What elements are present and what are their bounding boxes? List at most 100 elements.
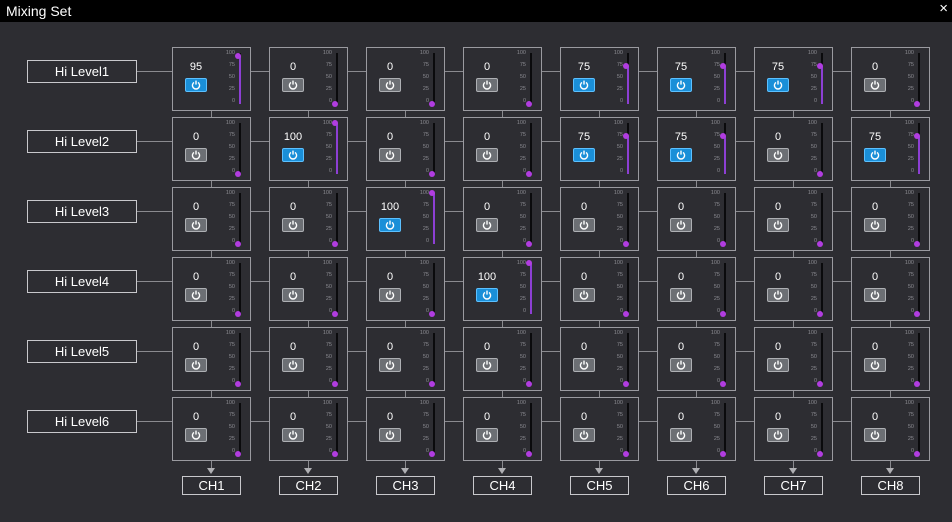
slider-track[interactable] [336, 123, 338, 174]
slider-knob[interactable] [914, 451, 920, 457]
slider-knob[interactable] [332, 120, 338, 126]
slider-track[interactable] [821, 53, 823, 104]
slider-knob[interactable] [429, 171, 435, 177]
slider-knob[interactable] [332, 241, 338, 247]
slider-knob[interactable] [332, 101, 338, 107]
slider-knob[interactable] [526, 451, 532, 457]
power-button[interactable] [573, 428, 595, 442]
slider-track[interactable] [530, 263, 532, 314]
power-button[interactable] [185, 358, 207, 372]
slider-knob[interactable] [817, 63, 823, 69]
slider-knob[interactable] [914, 311, 920, 317]
power-button[interactable] [185, 218, 207, 232]
power-button[interactable] [670, 218, 692, 232]
power-button[interactable] [282, 218, 304, 232]
slider-knob[interactable] [623, 63, 629, 69]
slider-track[interactable] [627, 403, 629, 454]
slider-knob[interactable] [235, 451, 241, 457]
slider-knob[interactable] [623, 241, 629, 247]
slider-track[interactable] [530, 193, 532, 244]
power-button[interactable] [185, 78, 207, 92]
close-icon[interactable]: × [939, 1, 948, 17]
slider-knob[interactable] [623, 451, 629, 457]
slider-track[interactable] [724, 193, 726, 244]
power-button[interactable] [282, 78, 304, 92]
slider-knob[interactable] [720, 311, 726, 317]
slider-track[interactable] [336, 403, 338, 454]
slider-track[interactable] [724, 333, 726, 384]
slider-track[interactable] [239, 123, 241, 174]
power-button[interactable] [185, 428, 207, 442]
slider-track[interactable] [433, 333, 435, 384]
slider-knob[interactable] [914, 241, 920, 247]
slider-knob[interactable] [332, 451, 338, 457]
slider-knob[interactable] [429, 311, 435, 317]
power-button[interactable] [864, 288, 886, 302]
slider-track[interactable] [724, 123, 726, 174]
power-button[interactable] [282, 148, 304, 162]
power-button[interactable] [670, 428, 692, 442]
power-button[interactable] [767, 288, 789, 302]
slider-track[interactable] [336, 193, 338, 244]
slider-track[interactable] [918, 333, 920, 384]
slider-track[interactable] [433, 403, 435, 454]
slider-track[interactable] [239, 263, 241, 314]
slider-track[interactable] [433, 263, 435, 314]
slider-knob[interactable] [235, 53, 241, 59]
power-button[interactable] [476, 148, 498, 162]
slider-knob[interactable] [817, 451, 823, 457]
power-button[interactable] [573, 358, 595, 372]
slider-track[interactable] [918, 193, 920, 244]
power-button[interactable] [476, 358, 498, 372]
power-button[interactable] [864, 218, 886, 232]
power-button[interactable] [476, 78, 498, 92]
power-button[interactable] [476, 218, 498, 232]
slider-track[interactable] [918, 403, 920, 454]
slider-track[interactable] [433, 193, 435, 244]
power-button[interactable] [185, 288, 207, 302]
power-button[interactable] [282, 428, 304, 442]
power-button[interactable] [670, 78, 692, 92]
slider-knob[interactable] [817, 171, 823, 177]
power-button[interactable] [476, 428, 498, 442]
slider-track[interactable] [821, 193, 823, 244]
slider-knob[interactable] [429, 381, 435, 387]
power-button[interactable] [379, 358, 401, 372]
slider-knob[interactable] [817, 381, 823, 387]
slider-track[interactable] [336, 333, 338, 384]
power-button[interactable] [573, 218, 595, 232]
power-button[interactable] [573, 148, 595, 162]
slider-track[interactable] [530, 53, 532, 104]
slider-track[interactable] [627, 263, 629, 314]
slider-track[interactable] [433, 123, 435, 174]
slider-track[interactable] [627, 193, 629, 244]
slider-knob[interactable] [720, 451, 726, 457]
slider-knob[interactable] [720, 63, 726, 69]
power-button[interactable] [282, 358, 304, 372]
slider-knob[interactable] [914, 101, 920, 107]
power-button[interactable] [379, 78, 401, 92]
slider-knob[interactable] [817, 241, 823, 247]
slider-knob[interactable] [235, 311, 241, 317]
power-button[interactable] [767, 358, 789, 372]
slider-track[interactable] [530, 403, 532, 454]
slider-knob[interactable] [914, 381, 920, 387]
slider-track[interactable] [433, 53, 435, 104]
slider-track[interactable] [336, 53, 338, 104]
slider-track[interactable] [239, 333, 241, 384]
slider-knob[interactable] [720, 241, 726, 247]
slider-track[interactable] [918, 53, 920, 104]
power-button[interactable] [379, 148, 401, 162]
power-button[interactable] [767, 218, 789, 232]
power-button[interactable] [864, 358, 886, 372]
slider-knob[interactable] [623, 311, 629, 317]
slider-knob[interactable] [235, 241, 241, 247]
slider-knob[interactable] [235, 171, 241, 177]
slider-track[interactable] [627, 123, 629, 174]
power-button[interactable] [767, 148, 789, 162]
power-button[interactable] [573, 78, 595, 92]
slider-track[interactable] [239, 403, 241, 454]
slider-track[interactable] [821, 123, 823, 174]
power-button[interactable] [767, 428, 789, 442]
power-button[interactable] [864, 148, 886, 162]
